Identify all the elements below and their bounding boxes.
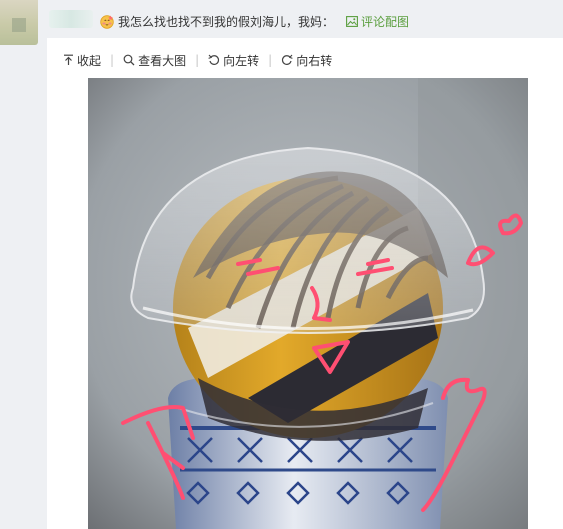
toolbar-divider: | [268,53,273,67]
toolbar-divider: | [110,53,115,67]
rotate-left-label: 向左转 [223,53,260,68]
rotate-left-button[interactable]: 向左转 [208,52,259,69]
rotate-right-label: 向右转 [296,53,333,68]
magnifier-icon [123,54,135,66]
toolbar-divider: | [195,53,200,67]
comment-photo[interactable] [88,78,528,529]
username-blurred[interactable] [49,10,93,28]
avatar[interactable] [0,0,38,45]
comment-image-label: 评论配图 [361,14,410,29]
rotate-left-icon [208,54,220,65]
rotate-right-button[interactable]: 向右转 [281,52,332,69]
arrow-up-icon [64,54,73,65]
comment-image-link[interactable]: 评论配图 [346,13,409,30]
collapse-label: 收起 [77,53,102,68]
blush-face-icon [99,13,115,29]
collapse-button[interactable]: 收起 [63,52,101,69]
photo-illustration [88,78,528,529]
image-viewer-panel: 收起 | 查看大图 | 向左转 | 向右转 [47,38,563,529]
avatar-pixel-block [12,18,26,32]
rotate-right-icon [282,54,293,65]
comment-text-line: 我怎么找也找不到我的假刘海儿，我妈： 评论配图 [99,12,409,30]
comment-text: 我怎么找也找不到我的假刘海儿，我妈： [118,14,335,29]
image-toolbar: 收起 | 查看大图 | 向左转 | 向右转 [63,52,332,68]
view-large-button[interactable]: 查看大图 [123,52,186,69]
view-large-label: 查看大图 [138,53,187,68]
image-icon [346,15,358,27]
